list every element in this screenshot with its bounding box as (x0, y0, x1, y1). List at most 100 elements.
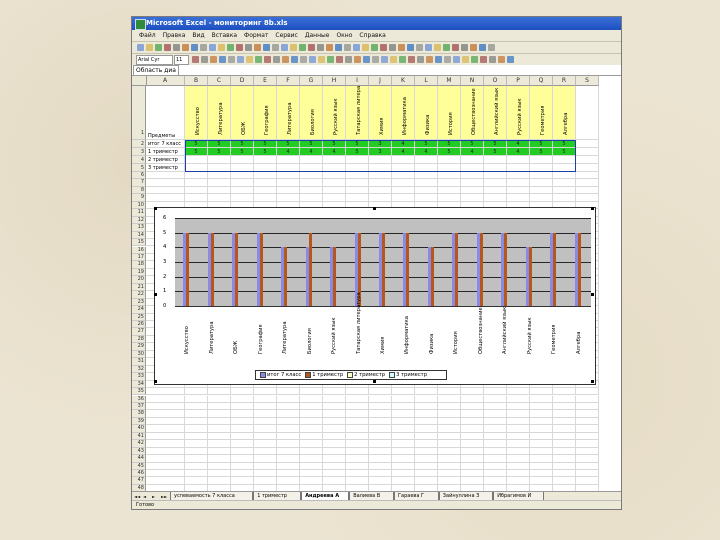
grid-cell[interactable] (576, 172, 599, 180)
grid-cell[interactable] (208, 455, 231, 463)
grid-cell[interactable] (231, 455, 254, 463)
grid-cell[interactable] (185, 477, 208, 485)
column-header-A[interactable]: A (146, 76, 185, 86)
grid-cell[interactable] (369, 164, 392, 172)
grid-cell[interactable] (146, 395, 185, 403)
grid-cell[interactable] (553, 455, 576, 463)
column-header-O[interactable]: O (484, 76, 507, 86)
grid-cell[interactable] (300, 455, 323, 463)
grid-cell[interactable] (553, 156, 576, 164)
row-header[interactable]: 44 (132, 455, 146, 463)
grid-cell[interactable] (300, 410, 323, 418)
grid-cell[interactable] (300, 179, 323, 187)
row-header[interactable]: 43 (132, 447, 146, 456)
grid-cell[interactable] (277, 425, 300, 433)
grid-cell[interactable] (369, 395, 392, 403)
grid-cell[interactable] (323, 417, 346, 426)
grid-cell[interactable]: Литература (208, 86, 231, 140)
grid-cell[interactable]: 2 триместр (146, 156, 185, 164)
grid-cell[interactable]: 4 (507, 148, 530, 156)
grid-cell[interactable] (208, 164, 231, 172)
grid-cell[interactable] (576, 194, 599, 202)
grid-cell[interactable] (277, 417, 300, 426)
grid-cell[interactable] (461, 417, 484, 426)
format-button-icon[interactable] (417, 56, 424, 63)
grid-cell[interactable]: 5 (346, 140, 369, 148)
toolbar-button-icon[interactable] (299, 44, 306, 51)
grid-cell[interactable] (277, 402, 300, 411)
row-header[interactable]: 5 (132, 164, 146, 172)
toolbar-button-icon[interactable] (272, 44, 279, 51)
toolbar-button-icon[interactable] (344, 44, 351, 51)
grid-cell[interactable] (392, 156, 415, 164)
grid-cell[interactable]: 5 (461, 140, 484, 148)
grid-cell[interactable] (231, 172, 254, 180)
grid-cell[interactable] (185, 440, 208, 448)
grid-cell[interactable] (231, 470, 254, 478)
format-button-icon[interactable] (471, 56, 478, 63)
grid-cell[interactable] (277, 447, 300, 456)
grid-cell[interactable] (530, 410, 553, 418)
grid-cell[interactable] (146, 455, 185, 463)
grid-cell[interactable] (277, 440, 300, 448)
grid-cell[interactable] (208, 432, 231, 441)
grid-cell[interactable] (231, 462, 254, 470)
grid-cell[interactable] (300, 164, 323, 172)
grid-cell[interactable] (208, 156, 231, 164)
grid-cell[interactable] (484, 425, 507, 433)
grid-cell[interactable]: 4 (300, 148, 323, 156)
toolbar-button-icon[interactable] (146, 44, 153, 51)
grid-cell[interactable] (415, 194, 438, 202)
row-header[interactable]: 3 (132, 148, 146, 156)
grid-cell[interactable] (254, 410, 277, 418)
grid-cell[interactable] (254, 425, 277, 433)
grid-cell[interactable]: 5 (277, 140, 300, 148)
column-header-I[interactable]: I (346, 76, 369, 86)
toolbar-button-icon[interactable] (470, 44, 477, 51)
toolbar-button-icon[interactable] (326, 44, 333, 51)
column-header-K[interactable]: K (392, 76, 415, 86)
grid-cell[interactable] (231, 410, 254, 418)
grid-cell[interactable] (254, 172, 277, 180)
grid-cell[interactable] (461, 156, 484, 164)
grid-cell[interactable] (323, 477, 346, 485)
grid-cell[interactable] (461, 194, 484, 202)
grid-cell[interactable] (185, 432, 208, 441)
menu-item-5[interactable]: Сервис (275, 30, 297, 41)
row-header[interactable]: 29 (132, 343, 146, 351)
grid-cell[interactable] (438, 186, 461, 195)
grid-cell[interactable] (300, 425, 323, 433)
name-box[interactable]: Область диа (133, 65, 179, 76)
grid-cell[interactable]: Обществознание (461, 86, 484, 140)
grid-cell[interactable] (146, 172, 185, 180)
row-header[interactable]: 38 (132, 410, 146, 418)
grid-cell[interactable] (553, 440, 576, 448)
grid-cell[interactable] (576, 186, 599, 195)
grid-cell[interactable] (576, 402, 599, 411)
grid-cell[interactable] (323, 455, 346, 463)
grid-cell[interactable]: 5 (484, 140, 507, 148)
grid-cell[interactable] (185, 410, 208, 418)
grid-cell[interactable] (415, 455, 438, 463)
format-button-icon[interactable] (210, 56, 217, 63)
grid-cell[interactable] (254, 395, 277, 403)
grid-cell[interactable]: 5 (231, 148, 254, 156)
column-header-J[interactable]: J (369, 76, 392, 86)
chart-area[interactable]: итог 7 класс 1 триместр 2 триместр 3 тримес… (154, 207, 596, 385)
grid-cell[interactable]: Русский язык (323, 86, 346, 140)
grid-cell[interactable] (484, 395, 507, 403)
grid-cell[interactable] (484, 172, 507, 180)
grid-cell[interactable] (208, 395, 231, 403)
grid-cell[interactable] (530, 447, 553, 456)
row-header[interactable]: 16 (132, 246, 146, 254)
grid-cell[interactable] (146, 388, 185, 396)
grid-cell[interactable] (553, 417, 576, 426)
grid-cell[interactable] (392, 402, 415, 411)
grid-cell[interactable] (484, 194, 507, 202)
grid-cell[interactable] (146, 440, 185, 448)
grid-cell[interactable] (369, 455, 392, 463)
resize-handle[interactable] (591, 207, 594, 210)
grid-cell[interactable] (461, 455, 484, 463)
grid-cell[interactable] (576, 417, 599, 426)
grid-cell[interactable] (185, 156, 208, 164)
